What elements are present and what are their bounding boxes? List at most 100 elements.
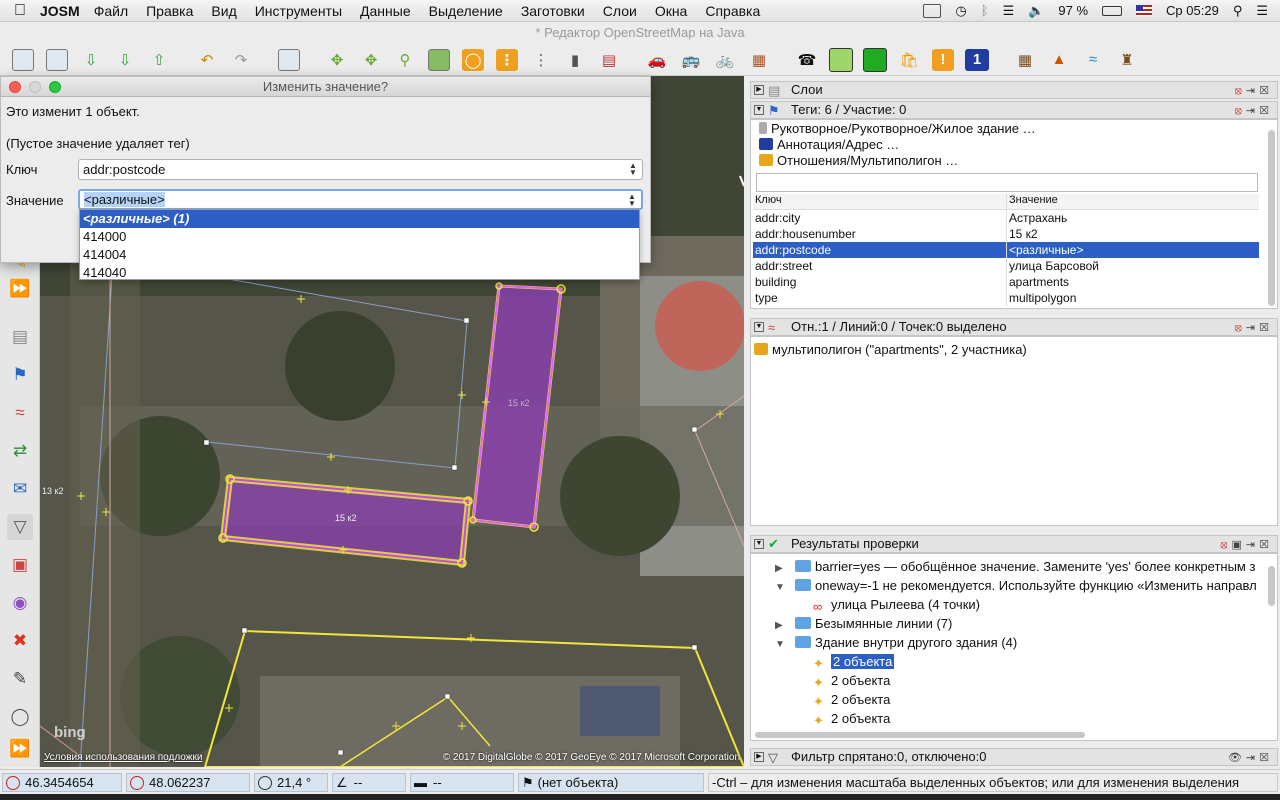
collapse-icon[interactable]: ▼ xyxy=(754,539,764,549)
panel-controls[interactable]: ⦻▣⇥☒ xyxy=(1220,537,1273,553)
menu-presets[interactable]: Заготовки xyxy=(521,3,585,19)
wall-preset-icon[interactable]: ▤ xyxy=(594,46,624,74)
undo-icon[interactable]: ↶ xyxy=(192,46,222,74)
selection-panel-header[interactable]: ▼ ≈ Отн.:1 / Линий:0 / Точек:0 выделено … xyxy=(750,318,1278,336)
minimize-button[interactable] xyxy=(29,81,41,93)
menu-edit[interactable]: Правка xyxy=(146,3,193,19)
menu-tools[interactable]: Инструменты xyxy=(255,3,342,19)
filter-toggle-icon[interactable]: ▽ xyxy=(7,514,33,540)
validation-item-row[interactable]: ✦ 2 объекта xyxy=(813,709,890,728)
zoom-icon[interactable]: ⚲ xyxy=(390,46,420,74)
combo-arrows-icon[interactable]: ▲ ▼ xyxy=(626,162,640,177)
validation-warning-row[interactable]: ▶ barrier=yes — обобщённое значение. Заме… xyxy=(775,557,1255,576)
validation-item-row[interactable]: ✦ 2 объекта xyxy=(813,671,890,690)
horizontal-scrollbar[interactable] xyxy=(755,732,1085,738)
panel-controls[interactable]: ⦻⇥☒ xyxy=(1235,103,1273,119)
water-preset-icon[interactable]: ≈ xyxy=(1078,46,1108,74)
list-item[interactable]: мультиполигон ("apartments", 2 участника… xyxy=(754,340,1027,359)
more-toggles-icon[interactable]: ⏩ xyxy=(7,736,33,762)
column-value[interactable]: Значение xyxy=(1007,194,1259,209)
castle-preset-icon[interactable]: ♜ xyxy=(1112,46,1142,74)
car-preset-icon[interactable]: 🚗 xyxy=(642,46,672,74)
expand-icon[interactable]: ▶ xyxy=(754,752,764,762)
layers-toggle-icon[interactable]: ▤ xyxy=(7,324,33,350)
wms-icon[interactable] xyxy=(424,46,454,74)
circle-tool-icon[interactable]: ◯ xyxy=(458,46,488,74)
map-paint-styles-icon[interactable]: ◉ xyxy=(7,590,33,616)
scrollbar[interactable] xyxy=(1268,566,1275,606)
flag-icon[interactable] xyxy=(1136,5,1153,16)
validation-warning-row[interactable]: ▼ oneway=-1 не рекомендуется. Используйте… xyxy=(775,576,1257,595)
save-icon[interactable] xyxy=(42,46,72,74)
menu-layers[interactable]: Слои xyxy=(603,3,637,19)
clock[interactable]: Ср 05:29 xyxy=(1166,3,1219,18)
spotlight-icon[interactable]: ⚲ xyxy=(1233,3,1243,19)
conflict-toggle-icon[interactable]: ✎ xyxy=(7,666,33,692)
expand-icon[interactable]: ▶ xyxy=(754,85,764,95)
table-row[interactable]: building apartments xyxy=(753,274,1259,290)
bluetooth-icon[interactable]: ᛒ xyxy=(981,3,989,18)
upload-icon[interactable]: ⇧ xyxy=(144,46,174,74)
validation-warning-row[interactable]: ▼ Здание внутри другого здания (4) xyxy=(775,633,1017,652)
wikipedia-toggle-icon[interactable]: ◯ xyxy=(7,704,33,730)
menu-windows[interactable]: Окна xyxy=(655,3,688,19)
road-preset-icon[interactable] xyxy=(826,46,856,74)
collapse-arrow-icon[interactable]: ▼ xyxy=(775,578,785,597)
selection-toggle-icon[interactable]: ≈ xyxy=(7,400,33,426)
info-preset-icon[interactable]: 1 xyxy=(962,46,992,74)
menu-data[interactable]: Данные xyxy=(360,3,411,19)
app-menu[interactable]: JOSM xyxy=(40,3,80,19)
download-area-icon[interactable]: ⇩ xyxy=(110,46,140,74)
relations-toggle-icon[interactable]: ▣ xyxy=(7,552,33,578)
peak-preset-icon[interactable]: ▲ xyxy=(1044,46,1074,74)
wifi-icon[interactable]: ☰ xyxy=(1003,3,1015,19)
battery-status[interactable]: 97 % xyxy=(1058,3,1088,18)
combo-arrows-icon[interactable]: ▲ ▼ xyxy=(625,193,639,208)
validation-item-row[interactable]: ∞ улица Рылеева (4 точки) xyxy=(813,595,980,614)
display-icon[interactable] xyxy=(923,3,942,18)
validation-item-row[interactable]: ✦ 2 объекта xyxy=(813,690,890,709)
tag-filter-input[interactable] xyxy=(756,173,1258,192)
bicycle-preset-icon[interactable]: 🚲 xyxy=(710,46,740,74)
zoom-to-selection-icon[interactable]: ✥ xyxy=(356,46,386,74)
download-icon[interactable]: ⇩ xyxy=(76,46,106,74)
zoom-to-data-icon[interactable]: ✥ xyxy=(322,46,352,74)
panel-controls[interactable]: 👁⇥☒ xyxy=(1228,750,1273,766)
maximize-button[interactable] xyxy=(49,81,61,93)
collapse-icon[interactable]: ▼ xyxy=(754,105,764,115)
industrial-preset-icon[interactable]: ▦ xyxy=(1010,46,1040,74)
dropdown-option[interactable]: <различные> (1) xyxy=(80,210,639,228)
tags-panel-header[interactable]: ▼ ⚑ Теги: 6 / Участие: 0 ⦻⇥☒ xyxy=(750,101,1278,119)
bus-preset-icon[interactable]: 🚌 xyxy=(676,46,706,74)
preferences-icon[interactable] xyxy=(274,46,304,74)
validation-panel-header[interactable]: ▼ ✔ Результаты проверки ⦻▣⇥☒ xyxy=(750,535,1278,553)
column-key[interactable]: Ключ xyxy=(753,194,1007,209)
validation-toggle-icon[interactable]: ✖ xyxy=(7,628,33,654)
tags-toggle-icon[interactable]: ⚑ xyxy=(7,362,33,388)
dialog-titlebar[interactable]: Изменить значение? xyxy=(1,77,650,97)
volume-icon[interactable]: 🔈 xyxy=(1028,3,1044,19)
barrier-preset-icon[interactable]: ⋮ xyxy=(492,46,522,74)
railway-preset-icon[interactable]: ▦ xyxy=(744,46,774,74)
scrollbar[interactable] xyxy=(1268,130,1275,306)
table-row[interactable]: addr:postcode <различные> xyxy=(753,242,1259,258)
history-toggle-icon[interactable]: ⇄ xyxy=(7,438,33,464)
table-row[interactable]: addr:city Астрахань xyxy=(753,210,1259,226)
more-tools-icon[interactable]: ⏩ xyxy=(7,276,33,302)
dropdown-option[interactable]: 414040 xyxy=(80,264,639,282)
open-file-icon[interactable] xyxy=(8,46,38,74)
preset-link[interactable]: Аннотация/Адрес … xyxy=(759,137,899,152)
apple-menu-icon[interactable]:  xyxy=(0,2,40,20)
menu-help[interactable]: Справка xyxy=(705,3,760,19)
validation-item-row[interactable]: ✦ 2 объекта xyxy=(813,652,895,671)
panel-controls[interactable]: ⦻⇥☒ xyxy=(1235,320,1273,336)
key-combobox[interactable]: addr:postcode ▲ ▼ xyxy=(78,159,643,180)
redo-icon[interactable]: ↷ xyxy=(226,46,256,74)
collapse-arrow-icon[interactable]: ▼ xyxy=(775,635,785,654)
panel-controls[interactable]: ⦻⇥☒ xyxy=(1235,83,1273,99)
dropdown-option[interactable]: 414000 xyxy=(80,228,639,246)
table-row[interactable]: type multipolygon xyxy=(753,290,1259,306)
table-row[interactable]: addr:street улица Барсовой xyxy=(753,258,1259,274)
warning-preset-icon[interactable]: ! xyxy=(928,46,958,74)
preset-link[interactable]: Рукотворное/Рукотворное/Жилое здание … xyxy=(759,121,1036,136)
